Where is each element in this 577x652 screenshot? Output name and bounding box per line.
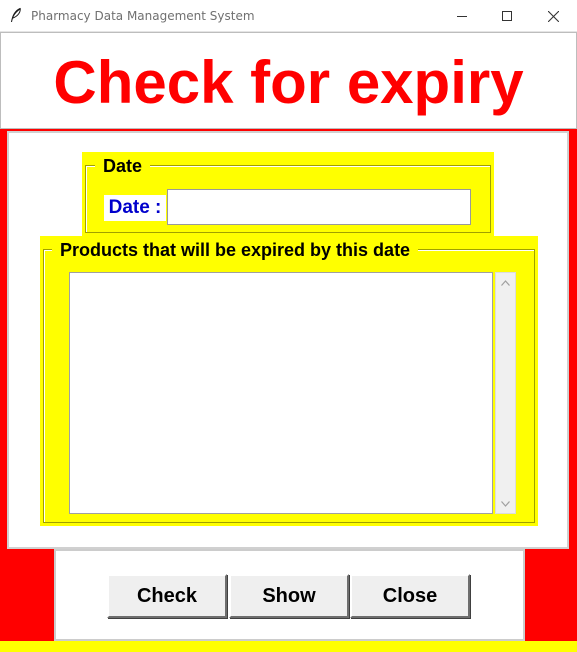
products-listbox[interactable] bbox=[69, 272, 493, 514]
scroll-up-button[interactable] bbox=[496, 274, 515, 291]
chevron-down-icon bbox=[501, 500, 510, 507]
minimize-button[interactable] bbox=[439, 0, 485, 32]
minimize-icon bbox=[457, 16, 467, 17]
scroll-down-button[interactable] bbox=[496, 495, 515, 512]
products-frame-label: Products that will be expired by this da… bbox=[52, 239, 419, 261]
window-title: Pharmacy Data Management System bbox=[31, 9, 255, 23]
title-bar: Pharmacy Data Management System bbox=[0, 0, 577, 32]
check-button[interactable]: Check bbox=[107, 574, 227, 618]
date-input[interactable] bbox=[167, 189, 471, 225]
header-panel: Check for expiry bbox=[0, 32, 577, 129]
maximize-icon bbox=[502, 11, 512, 21]
close-window-button[interactable] bbox=[530, 0, 576, 32]
page-title: Check for expiry bbox=[53, 49, 524, 116]
chevron-up-icon bbox=[501, 279, 510, 286]
feather-icon bbox=[11, 7, 21, 22]
products-scrollbar[interactable] bbox=[495, 272, 516, 514]
bottom-strip bbox=[0, 641, 577, 652]
show-button[interactable]: Show bbox=[229, 574, 349, 618]
close-button[interactable]: Close bbox=[350, 574, 470, 618]
maximize-button[interactable] bbox=[484, 0, 530, 32]
date-field-label: Date : bbox=[104, 195, 166, 221]
close-icon bbox=[547, 10, 559, 22]
date-frame-label: Date bbox=[95, 155, 151, 177]
